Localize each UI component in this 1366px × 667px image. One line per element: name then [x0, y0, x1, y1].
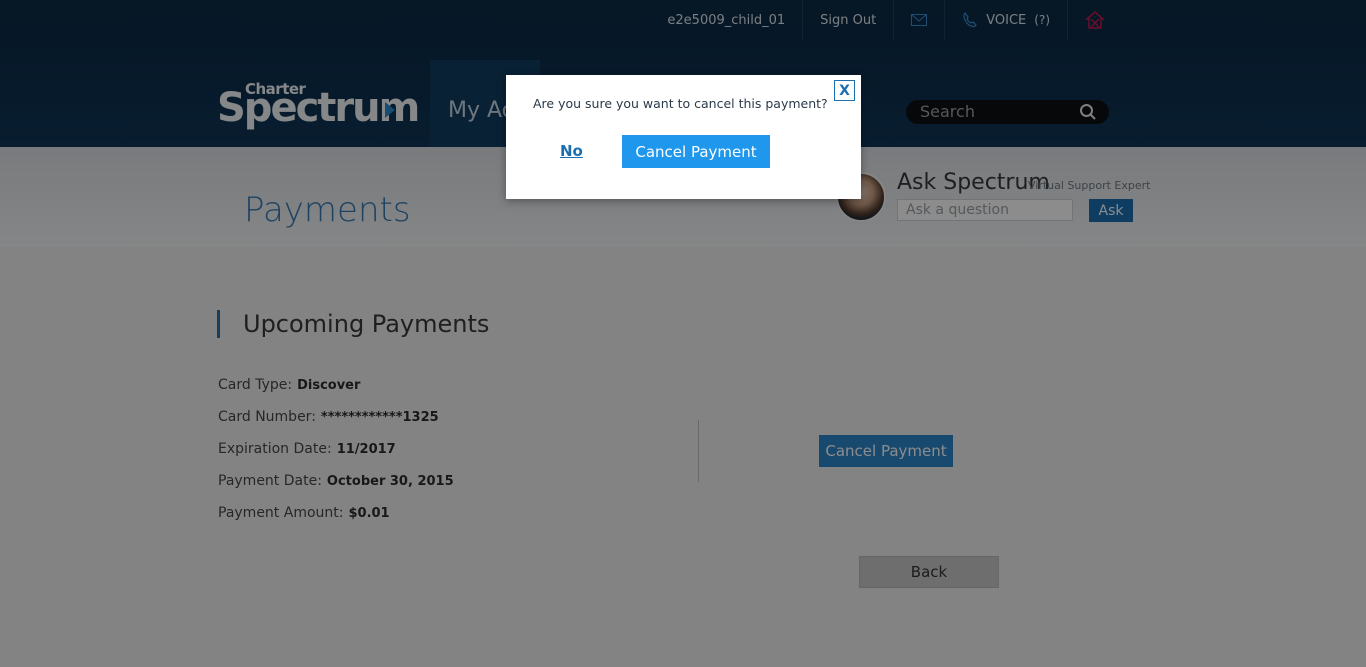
confirm-cancel-payment-button[interactable]: Cancel Payment [622, 135, 770, 168]
no-button[interactable]: No [560, 142, 583, 160]
dialog-question: Are you sure you want to cancel this pay… [533, 96, 828, 111]
close-icon[interactable]: X [834, 80, 855, 101]
confirm-cancel-dialog: X Are you sure you want to cancel this p… [506, 75, 861, 199]
